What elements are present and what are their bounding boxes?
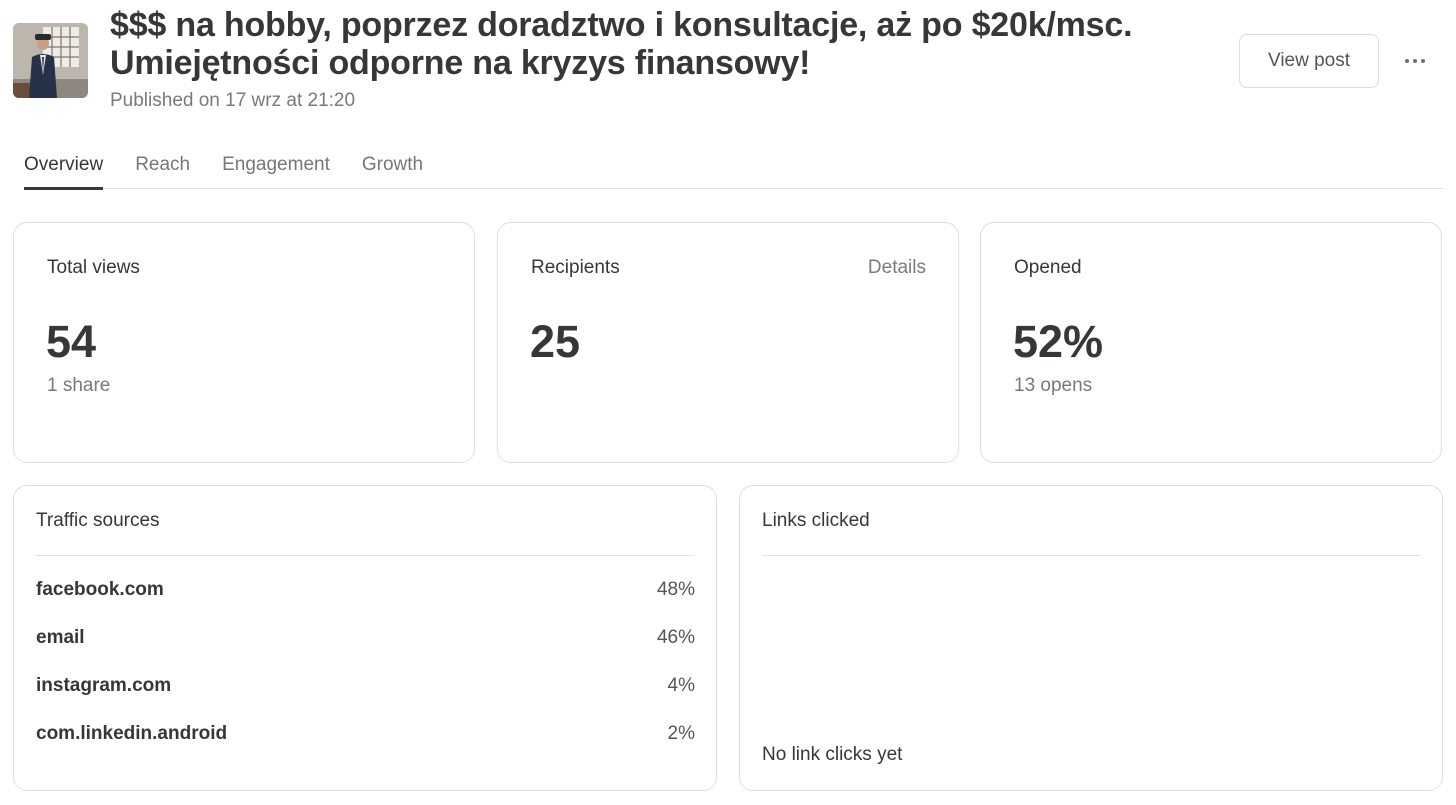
total-views-value: 54 <box>46 316 97 367</box>
traffic-sources-title: Traffic sources <box>36 510 160 531</box>
view-post-button[interactable]: View post <box>1239 34 1379 88</box>
tab-bar: Overview Reach Engagement Growth <box>24 150 1443 190</box>
tab-engagement[interactable]: Engagement <box>222 150 330 189</box>
empty-state-text: No link clicks yet <box>762 744 903 765</box>
list-item: email 46% <box>36 623 695 653</box>
divider <box>762 555 1421 556</box>
recipients-label: Recipients <box>531 257 620 278</box>
total-views-label: Total views <box>47 257 140 278</box>
more-horizontal-icon[interactable] <box>1397 44 1433 78</box>
source-percent: 46% <box>656 627 695 648</box>
total-views-shares: 1 share <box>47 375 111 396</box>
opened-card: Opened 52% 13 opens <box>980 222 1442 463</box>
more-dot <box>1421 59 1425 63</box>
post-title-line-2: Umiejętności odporne na kryzys finansowy… <box>110 44 811 82</box>
traffic-sources-card: Traffic sources facebook.com 48% email 4… <box>13 485 717 791</box>
opened-value: 52% <box>1013 316 1104 367</box>
post-thumbnail <box>13 23 88 98</box>
recipients-details-link[interactable]: Details <box>868 257 926 279</box>
links-clicked-card: Links clicked No link clicks yet <box>739 485 1443 791</box>
tab-overview[interactable]: Overview <box>24 150 104 190</box>
recipients-value: 25 <box>530 316 581 367</box>
total-views-card: Total views 54 1 share <box>13 222 475 463</box>
post-stats-page: $$$ na hobby, poprzez doradztwo i konsul… <box>0 0 1456 805</box>
post-title: $$$ na hobby, poprzez doradztwo i konsul… <box>110 6 1210 82</box>
list-item: com.linkedin.android 2% <box>36 719 695 749</box>
tab-reach[interactable]: Reach <box>135 150 190 189</box>
source-percent: 2% <box>667 723 695 744</box>
list-item: instagram.com 4% <box>36 671 695 701</box>
more-dot <box>1413 59 1417 63</box>
divider <box>36 555 695 556</box>
source-percent: 4% <box>667 675 695 696</box>
source-percent: 48% <box>656 579 695 600</box>
opened-count: 13 opens <box>1014 375 1093 396</box>
post-title-line-1: $$$ na hobby, poprzez doradztwo i konsul… <box>110 6 1133 44</box>
published-date: Published on 17 wrz at 21:20 <box>110 90 356 111</box>
links-clicked-title: Links clicked <box>762 510 870 531</box>
source-name: email <box>36 627 85 648</box>
source-name: com.linkedin.android <box>36 723 228 744</box>
tab-growth[interactable]: Growth <box>362 150 423 189</box>
list-item: facebook.com 48% <box>36 575 695 605</box>
recipients-card: Recipients Details 25 <box>497 222 959 463</box>
source-name: instagram.com <box>36 675 172 696</box>
more-dot <box>1405 59 1409 63</box>
source-name: facebook.com <box>36 579 164 600</box>
opened-label: Opened <box>1014 257 1082 278</box>
